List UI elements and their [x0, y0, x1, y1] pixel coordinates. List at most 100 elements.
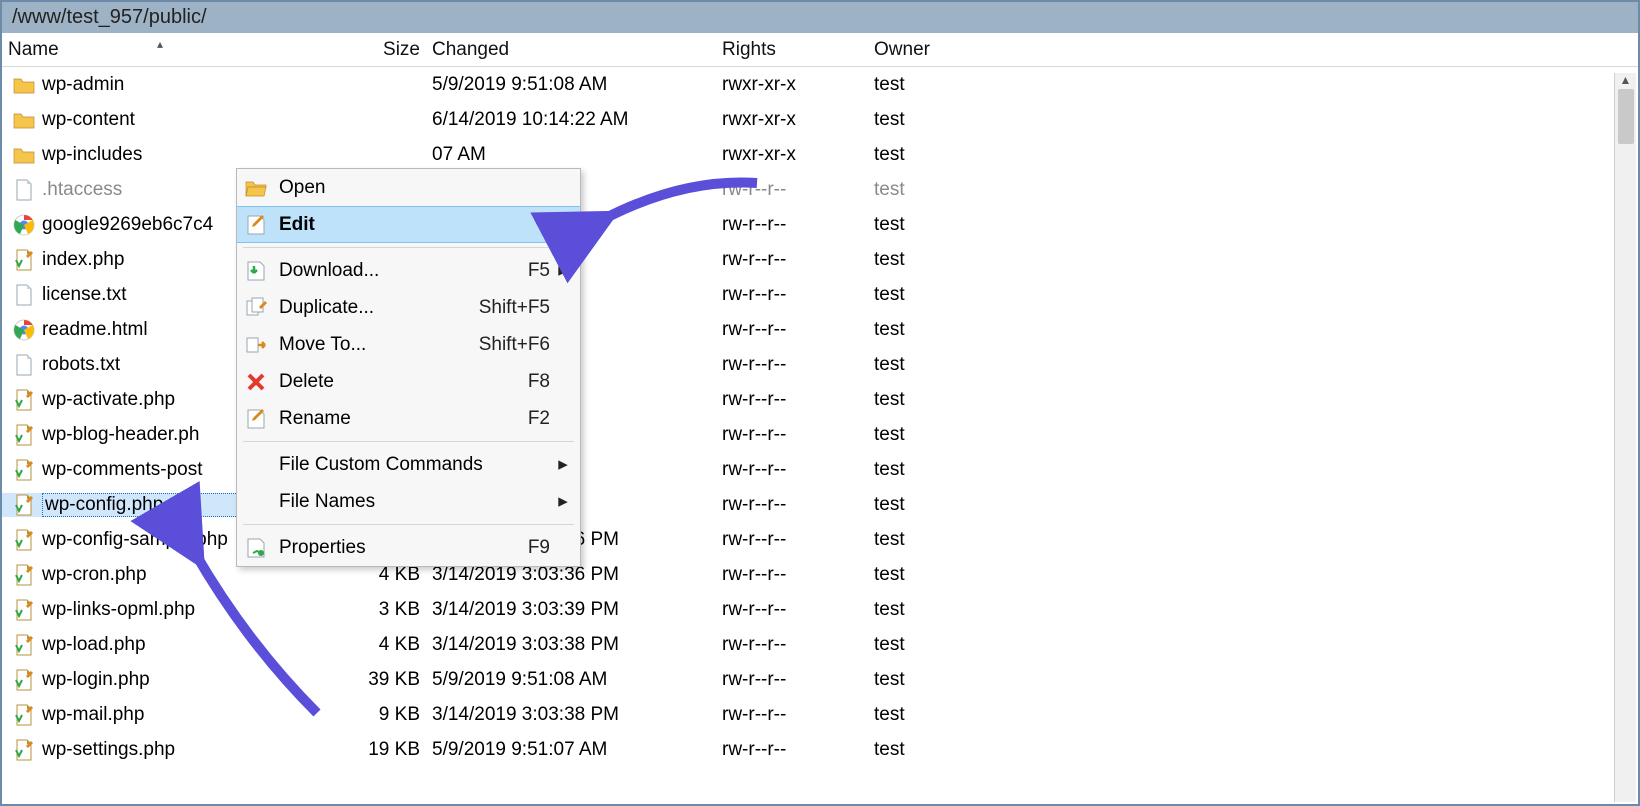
file-rights: rw-r--r--	[716, 354, 868, 376]
menu-item-label: Duplicate...	[271, 297, 479, 319]
file-changed: 6/14/2019 10:14:22 AM	[426, 109, 716, 131]
php-icon	[12, 668, 36, 692]
file-row[interactable]: wp-admin 5/9/2019 9:51:08 AMrwxr-xr-xtest	[2, 67, 1638, 102]
header-name[interactable]: ▴ Name	[2, 39, 318, 61]
php-icon	[12, 563, 36, 587]
delete-icon	[244, 370, 268, 394]
file-rights: rw-r--r--	[716, 564, 868, 586]
file-owner: test	[868, 74, 988, 96]
file-rights: rw-r--r--	[716, 284, 868, 306]
file-owner: test	[868, 354, 988, 376]
file-row[interactable]: wp-load.php4 KB3/14/2019 3:03:38 PMrw-r-…	[2, 627, 1638, 662]
menu-item-file-custom-commands[interactable]: File Custom Commands ▸	[237, 446, 580, 483]
menu-item-label: Rename	[271, 408, 528, 430]
submenu-arrow-icon: ▸	[556, 490, 570, 513]
file-owner: test	[868, 564, 988, 586]
header-owner[interactable]: Owner	[868, 39, 988, 61]
folder-open-icon	[244, 176, 268, 200]
download-icon	[244, 259, 268, 283]
menu-item-label: Delete	[271, 371, 528, 393]
file-icon	[12, 178, 36, 202]
file-changed: 5/9/2019 9:51:07 AM	[426, 739, 716, 761]
file-changed: 5/9/2019 9:51:08 AM	[426, 74, 716, 96]
file-size: 4 KB	[318, 634, 426, 656]
file-owner: test	[868, 249, 988, 271]
file-owner: test	[868, 494, 988, 516]
file-rights: rw-r--r--	[716, 214, 868, 236]
edit-icon	[244, 213, 268, 237]
php-icon	[12, 598, 36, 622]
file-row[interactable]: wp-login.php39 KB5/9/2019 9:51:08 AMrw-r…	[2, 662, 1638, 697]
header-changed[interactable]: Changed	[426, 39, 716, 61]
php-icon	[12, 703, 36, 727]
menu-item-edit[interactable]: Edit▸	[237, 206, 580, 243]
menu-item-shortcut: Shift+F5	[479, 297, 550, 319]
file-owner: test	[868, 319, 988, 341]
menu-item-file-names[interactable]: File Names▸	[237, 483, 580, 520]
menu-item-shortcut: Shift+F6	[479, 334, 550, 356]
file-name: wp-includes	[42, 144, 312, 166]
file-name: wp-mail.php	[42, 704, 312, 726]
header-rights[interactable]: Rights	[716, 39, 868, 61]
php-icon	[12, 528, 36, 552]
menu-item-move-to[interactable]: Move To...Shift+F6	[237, 326, 580, 363]
folder-icon	[12, 108, 36, 132]
vertical-scrollbar[interactable]: ▲	[1614, 73, 1636, 802]
file-size: 9 KB	[318, 704, 426, 726]
file-icon	[12, 283, 36, 307]
php-icon	[12, 493, 36, 517]
file-name: wp-login.php	[42, 669, 312, 691]
file-owner: test	[868, 214, 988, 236]
file-changed: 3/14/2019 3:03:38 PM	[426, 704, 716, 726]
file-size: 39 KB	[318, 669, 426, 691]
file-rights: rw-r--r--	[716, 529, 868, 551]
menu-item-shortcut: F2	[528, 408, 550, 430]
properties-icon	[244, 536, 268, 560]
file-row[interactable]: wp-settings.php19 KB5/9/2019 9:51:07 AMr…	[2, 732, 1638, 767]
file-icon	[12, 353, 36, 377]
file-rights: rw-r--r--	[716, 739, 868, 761]
php-icon	[12, 633, 36, 657]
menu-separator	[243, 524, 574, 525]
menu-item-open[interactable]: Open	[237, 169, 580, 206]
move-icon	[244, 333, 268, 357]
file-rights: rwxr-xr-x	[716, 74, 868, 96]
menu-item-label: File Custom Commands	[271, 454, 550, 476]
file-size: 19 KB	[318, 739, 426, 761]
file-row[interactable]: wp-includes07 AMrwxr-xr-xtest	[2, 137, 1638, 172]
window-title: /www/test_957/public/	[12, 6, 207, 28]
file-owner: test	[868, 704, 988, 726]
chrome-icon	[12, 318, 36, 342]
submenu-arrow-icon: ▸	[556, 453, 570, 476]
file-owner: test	[868, 144, 988, 166]
file-owner: test	[868, 599, 988, 621]
file-name: wp-admin	[42, 74, 312, 96]
file-row[interactable]: wp-mail.php9 KB3/14/2019 3:03:38 PMrw-r-…	[2, 697, 1638, 732]
file-owner: test	[868, 179, 988, 201]
menu-item-label: Download...	[271, 260, 528, 282]
php-icon	[12, 423, 36, 447]
menu-separator	[243, 441, 574, 442]
duplicate-icon	[244, 296, 268, 320]
file-name: wp-load.php	[42, 634, 312, 656]
file-rights: rw-r--r--	[716, 599, 868, 621]
file-changed: 3/14/2019 3:03:39 PM	[426, 599, 716, 621]
menu-item-duplicate[interactable]: Duplicate...Shift+F5	[237, 289, 580, 326]
file-size: 3 KB	[318, 599, 426, 621]
file-rights: rw-r--r--	[716, 249, 868, 271]
scroll-up-arrow-icon[interactable]: ▲	[1620, 73, 1632, 87]
file-manager-window: /www/test_957/public/ ▴ Name Size Change…	[0, 0, 1640, 806]
scrollbar-thumb[interactable]	[1618, 89, 1634, 144]
file-owner: test	[868, 459, 988, 481]
file-row[interactable]: wp-links-opml.php3 KB3/14/2019 3:03:39 P…	[2, 592, 1638, 627]
menu-item-download[interactable]: Download...F5▸	[237, 252, 580, 289]
column-headers: ▴ Name Size Changed Rights Owner	[2, 33, 1638, 67]
menu-item-properties[interactable]: PropertiesF9	[237, 529, 580, 566]
menu-item-delete[interactable]: DeleteF8	[237, 363, 580, 400]
php-icon	[12, 458, 36, 482]
menu-item-rename[interactable]: RenameF2	[237, 400, 580, 437]
file-row[interactable]: wp-content6/14/2019 10:14:22 AMrwxr-xr-x…	[2, 102, 1638, 137]
header-size[interactable]: Size	[318, 39, 426, 61]
menu-item-shortcut: F5	[528, 260, 550, 282]
file-owner: test	[868, 529, 988, 551]
